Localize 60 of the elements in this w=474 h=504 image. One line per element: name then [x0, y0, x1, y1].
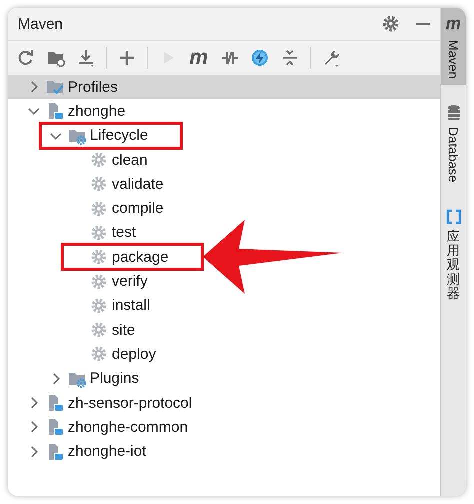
tree-item-label: site — [112, 322, 136, 339]
module-icon — [46, 418, 64, 436]
lightning-icon[interactable] — [250, 48, 270, 68]
tree-item-label: compile — [112, 200, 164, 218]
gear-icon — [90, 321, 108, 340]
side-tab[interactable]: Database — [441, 99, 466, 189]
tree-item-label: Lifecycle — [90, 127, 148, 144]
tree-item-label: zhonghe-common — [68, 418, 188, 436]
gear-icon — [90, 224, 108, 242]
tree-item-label: validate — [112, 176, 164, 193]
tree-item-label: verify — [112, 273, 148, 290]
tree-item-label: deploy — [112, 346, 156, 363]
tree-row[interactable]: verify — [8, 269, 440, 294]
tree-item-label: zh-sensor-protocol — [68, 394, 192, 412]
gear-icon — [90, 248, 108, 266]
tree-row[interactable]: install — [8, 294, 440, 318]
folder-check-icon — [46, 78, 64, 96]
panel-title: Maven — [18, 16, 64, 32]
maven-goal-button[interactable]: m — [188, 48, 210, 68]
tree-item-label: zhonghe-iot — [68, 443, 146, 460]
tree-row[interactable]: Plugins — [8, 366, 440, 391]
gear-icon — [90, 175, 108, 194]
module-icon — [46, 102, 64, 120]
settings-icon[interactable] — [382, 15, 400, 33]
tree-row[interactable]: site — [8, 318, 440, 342]
gear-icon — [90, 272, 108, 291]
plus-icon[interactable] — [117, 48, 137, 68]
tree-row[interactable]: Lifecycle — [8, 124, 440, 148]
tree-row[interactable]: zhonghe-common — [8, 415, 440, 440]
module-icon — [46, 394, 64, 412]
tree-item-label: zhonghe — [68, 102, 126, 120]
gear-icon — [90, 345, 108, 364]
gear-icon — [90, 200, 108, 218]
tree-row[interactable]: zh-sensor-protocol — [8, 390, 440, 416]
refresh-icon[interactable] — [16, 48, 36, 68]
tree-row[interactable]: deploy — [8, 342, 440, 367]
tree-item-label: Plugins — [90, 370, 140, 388]
module-icon — [46, 442, 64, 461]
tree-row[interactable]: zhonghe-iot — [8, 439, 440, 464]
bracket-icon — [446, 208, 462, 225]
side-tab[interactable]: m Maven — [441, 8, 466, 86]
tree-item-label: package — [112, 248, 169, 266]
maven-glyph: m — [446, 14, 462, 34]
tree-item-label: test — [112, 224, 136, 242]
database-icon — [446, 105, 460, 122]
tree-row[interactable]: test — [8, 220, 440, 246]
tree-row[interactable]: compile — [8, 196, 440, 221]
tree-row[interactable]: zhonghe — [8, 99, 440, 124]
gear-icon — [90, 151, 108, 170]
download-icon[interactable] — [76, 48, 96, 68]
tree-item-label: install — [112, 297, 150, 314]
gear-icon — [90, 296, 108, 315]
collapse-icon[interactable] — [280, 48, 300, 68]
tree-item-label: clean — [112, 152, 148, 169]
tree-row[interactable]: package — [8, 245, 440, 270]
tree-row[interactable]: validate — [8, 172, 440, 196]
tree-row[interactable]: Profiles — [8, 75, 440, 100]
tree-row[interactable]: clean — [8, 148, 440, 172]
side-tab[interactable]: 应用观测器 — [441, 202, 466, 308]
tree-item-label: Profiles — [68, 78, 118, 96]
